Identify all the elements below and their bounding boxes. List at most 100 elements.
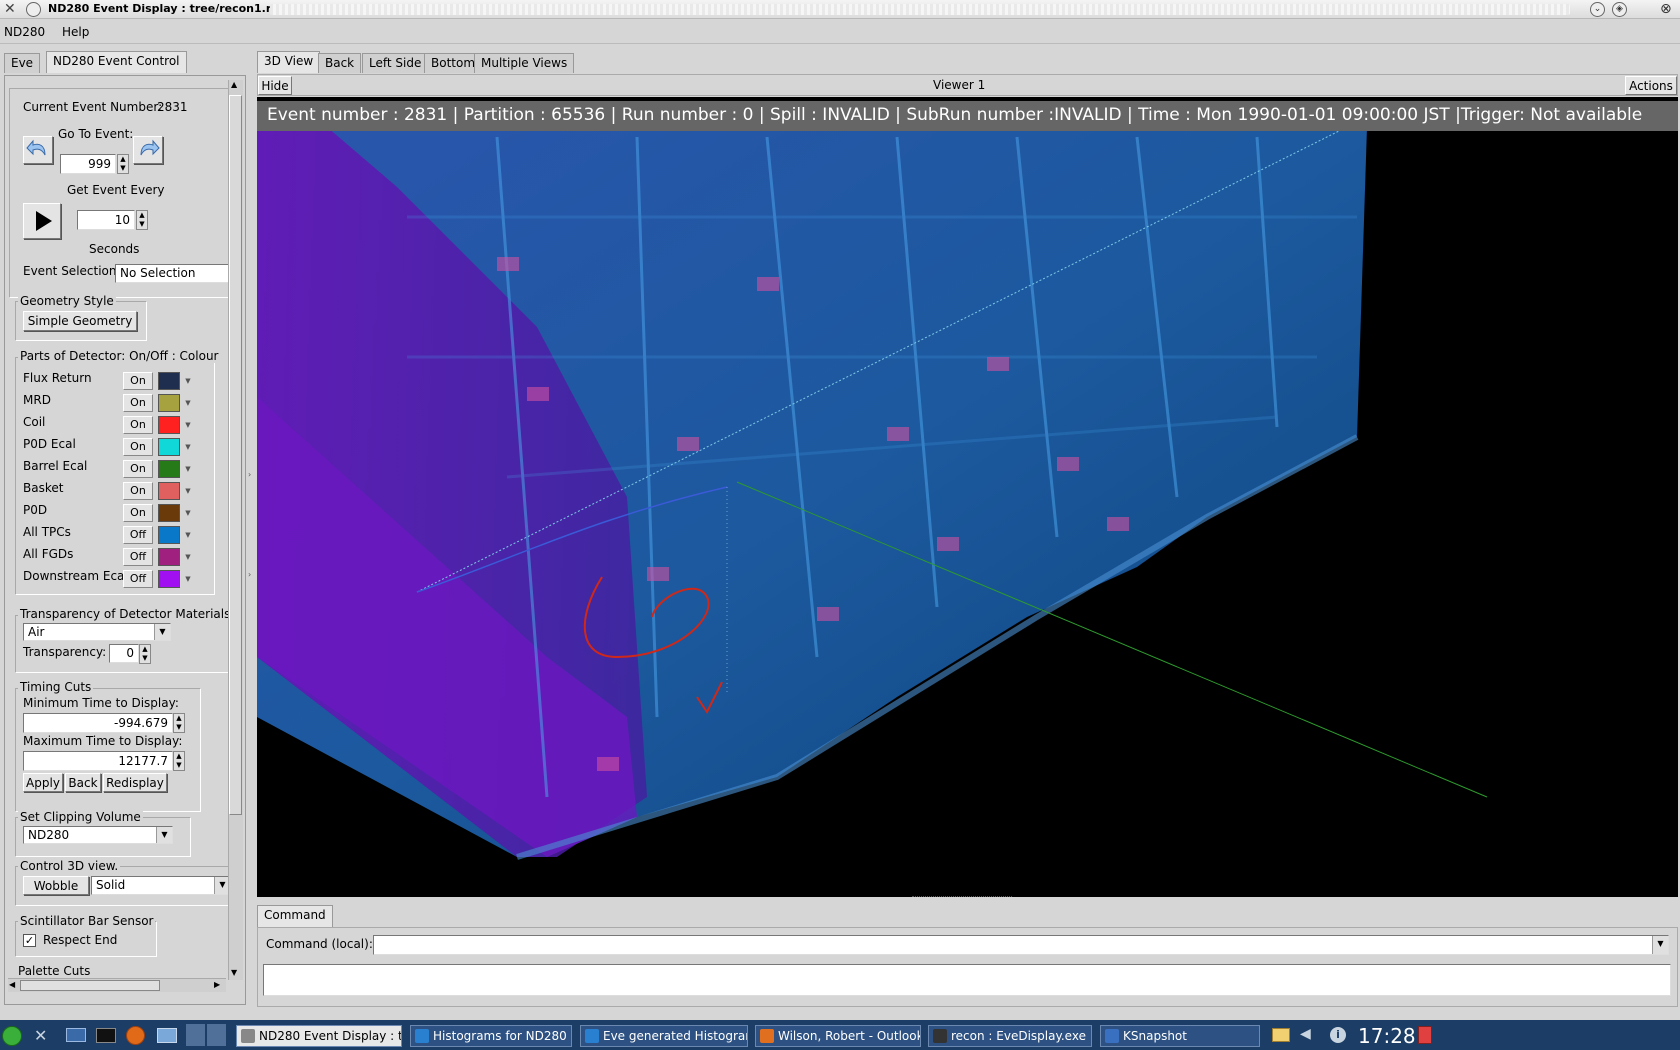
scroll-right-icon[interactable]: ▶	[214, 980, 220, 989]
chevron-down-icon[interactable]: ▼	[183, 570, 193, 588]
actions-button[interactable]: Actions	[1625, 76, 1677, 95]
event-interval-input[interactable]: 10	[77, 210, 135, 230]
app-menu-icon[interactable]: ✕	[4, 1, 16, 17]
command-input[interactable]: ▼	[373, 935, 1669, 955]
chevron-down-icon[interactable]: ▼	[183, 526, 193, 544]
chevron-down-icon[interactable]: ▼	[183, 504, 193, 522]
mail-icon[interactable]	[157, 1028, 177, 1043]
chevron-down-icon[interactable]: ▼	[183, 482, 193, 500]
part-color-swatch[interactable]	[158, 416, 180, 434]
taskbar-window-button[interactable]: Histograms for ND280 d	[410, 1025, 572, 1047]
scroll-up-icon[interactable]: ▲	[231, 80, 237, 89]
desktop-icon[interactable]	[66, 1028, 86, 1042]
part-toggle-button[interactable]: On	[123, 504, 153, 522]
clock[interactable]: 17:28	[1358, 1024, 1416, 1048]
window-titlebar[interactable]: ✕ ND280 Event Display : tree/recon1.root…	[0, 0, 1680, 19]
part-toggle-button[interactable]: On	[123, 482, 153, 500]
goto-event-input[interactable]: 999	[60, 154, 116, 174]
folder-tray-icon[interactable]	[1272, 1028, 1290, 1042]
redisplay-button[interactable]: Redisplay	[103, 773, 167, 792]
part-color-swatch[interactable]	[158, 438, 180, 456]
part-toggle-button[interactable]: On	[123, 394, 153, 412]
part-toggle-button[interactable]: Off	[123, 526, 153, 544]
max-time-spinner[interactable]: ▲ ▼	[173, 751, 185, 771]
3d-viewer-canvas[interactable]	[257, 97, 1678, 897]
sticky-icon[interactable]	[26, 2, 41, 17]
view-mode-select[interactable]: Solid ▼	[91, 876, 231, 895]
pager-icon[interactable]	[186, 1024, 226, 1046]
info-tray-icon[interactable]: i	[1330, 1027, 1346, 1043]
next-event-button[interactable]	[133, 136, 163, 164]
speaker-tray-icon[interactable]: ◀	[1300, 1026, 1311, 1042]
firefox-icon[interactable]	[126, 1026, 145, 1045]
apply-button[interactable]: Apply	[23, 773, 63, 792]
part-color-swatch[interactable]	[158, 504, 180, 522]
splitter-handle-icon-2[interactable]: ›	[248, 570, 251, 579]
previous-event-button[interactable]	[23, 136, 53, 164]
back-button[interactable]: Back	[65, 773, 101, 792]
chevron-down-icon[interactable]: ▼	[183, 460, 193, 478]
menu-nd280[interactable]: ND280	[4, 25, 45, 39]
terminal-icon[interactable]	[96, 1028, 116, 1043]
part-color-swatch[interactable]	[158, 526, 180, 544]
chevron-down-icon[interactable]: ▼	[183, 416, 193, 434]
part-color-swatch[interactable]	[158, 394, 180, 412]
part-toggle-button[interactable]: On	[123, 438, 153, 456]
close-icon[interactable]: ⊗	[1660, 1, 1672, 17]
tab-event-control[interactable]: ND280 Event Control	[46, 51, 187, 73]
part-toggle-button[interactable]: On	[123, 416, 153, 434]
scroll-down-icon[interactable]: ▼	[231, 968, 237, 977]
menu-help[interactable]: Help	[62, 25, 89, 39]
part-color-swatch[interactable]	[158, 570, 180, 588]
command-output[interactable]	[263, 964, 1671, 996]
clipping-select[interactable]: ND280 ▼	[23, 826, 173, 844]
part-toggle-button[interactable]: Off	[123, 570, 153, 588]
power-tray-icon[interactable]	[1418, 1026, 1432, 1044]
left-panel-hscrollbar[interactable]: ◀ ▶	[8, 978, 226, 992]
splitter-handle-icon[interactable]: ›	[248, 470, 251, 479]
part-toggle-button[interactable]: On	[123, 460, 153, 478]
hide-button[interactable]: Hide	[258, 76, 292, 95]
hscroll-thumb[interactable]	[20, 980, 160, 991]
part-color-swatch[interactable]	[158, 460, 180, 478]
scroll-left-icon[interactable]: ◀	[9, 980, 15, 989]
event-interval-spinner[interactable]: ▲ ▼	[136, 210, 148, 230]
taskbar-window-button[interactable]: KSnapshot	[1100, 1025, 1260, 1047]
maximize-icon[interactable]: ◈	[1612, 2, 1627, 17]
chevron-down-icon[interactable]: ▼	[183, 548, 193, 566]
max-time-input[interactable]: 12177.7	[23, 751, 173, 771]
simple-geometry-button[interactable]: Simple Geometry	[23, 311, 137, 331]
wobble-button[interactable]: Wobble	[23, 876, 89, 895]
goto-event-spinner[interactable]: ▲ ▼	[117, 154, 129, 174]
tab-left-side[interactable]: Left Side	[362, 53, 429, 73]
taskbar-window-button[interactable]: Eve generated Histogran	[580, 1025, 748, 1047]
part-toggle-button[interactable]: On	[123, 372, 153, 390]
part-color-swatch[interactable]	[158, 548, 180, 566]
tab-back[interactable]: Back	[318, 53, 362, 73]
part-toggle-button[interactable]: Off	[123, 548, 153, 566]
tab-3d-view[interactable]: 3D View	[257, 51, 321, 73]
chevron-down-icon[interactable]: ▼	[183, 438, 193, 456]
part-color-swatch[interactable]	[158, 482, 180, 500]
taskbar-window-button[interactable]: Wilson, Robert - Outlook	[755, 1025, 921, 1047]
min-time-spinner[interactable]: ▲ ▼	[173, 713, 185, 733]
taskbar-window-button[interactable]: ND280 Event Display : tr	[236, 1025, 402, 1047]
transparency-input[interactable]: 0	[109, 644, 139, 663]
left-panel-vscroll-thumb[interactable]	[229, 95, 242, 815]
chevron-down-icon[interactable]: ▼	[183, 394, 193, 412]
tools-icon[interactable]: ✕	[34, 1026, 47, 1045]
minimize-icon[interactable]: ⌄	[1590, 2, 1605, 17]
tab-command[interactable]: Command	[257, 905, 333, 927]
taskbar-window-button[interactable]: recon : EveDisplay.exe	[928, 1025, 1092, 1047]
min-time-input[interactable]: -994.679	[23, 713, 173, 733]
event-selection-input[interactable]: No Selection	[115, 264, 233, 283]
chevron-down-icon[interactable]: ▼	[183, 372, 193, 390]
start-menu-icon[interactable]	[2, 1026, 22, 1046]
play-button[interactable]	[23, 203, 61, 239]
respect-end-checkbox[interactable]: ✓	[23, 934, 36, 947]
part-color-swatch[interactable]	[158, 372, 180, 390]
tab-eve[interactable]: Eve	[4, 53, 41, 73]
material-select[interactable]: Air ▼	[23, 623, 171, 641]
tab-multiple-views[interactable]: Multiple Views	[474, 53, 575, 73]
transparency-spinner[interactable]: ▲ ▼	[139, 644, 151, 664]
